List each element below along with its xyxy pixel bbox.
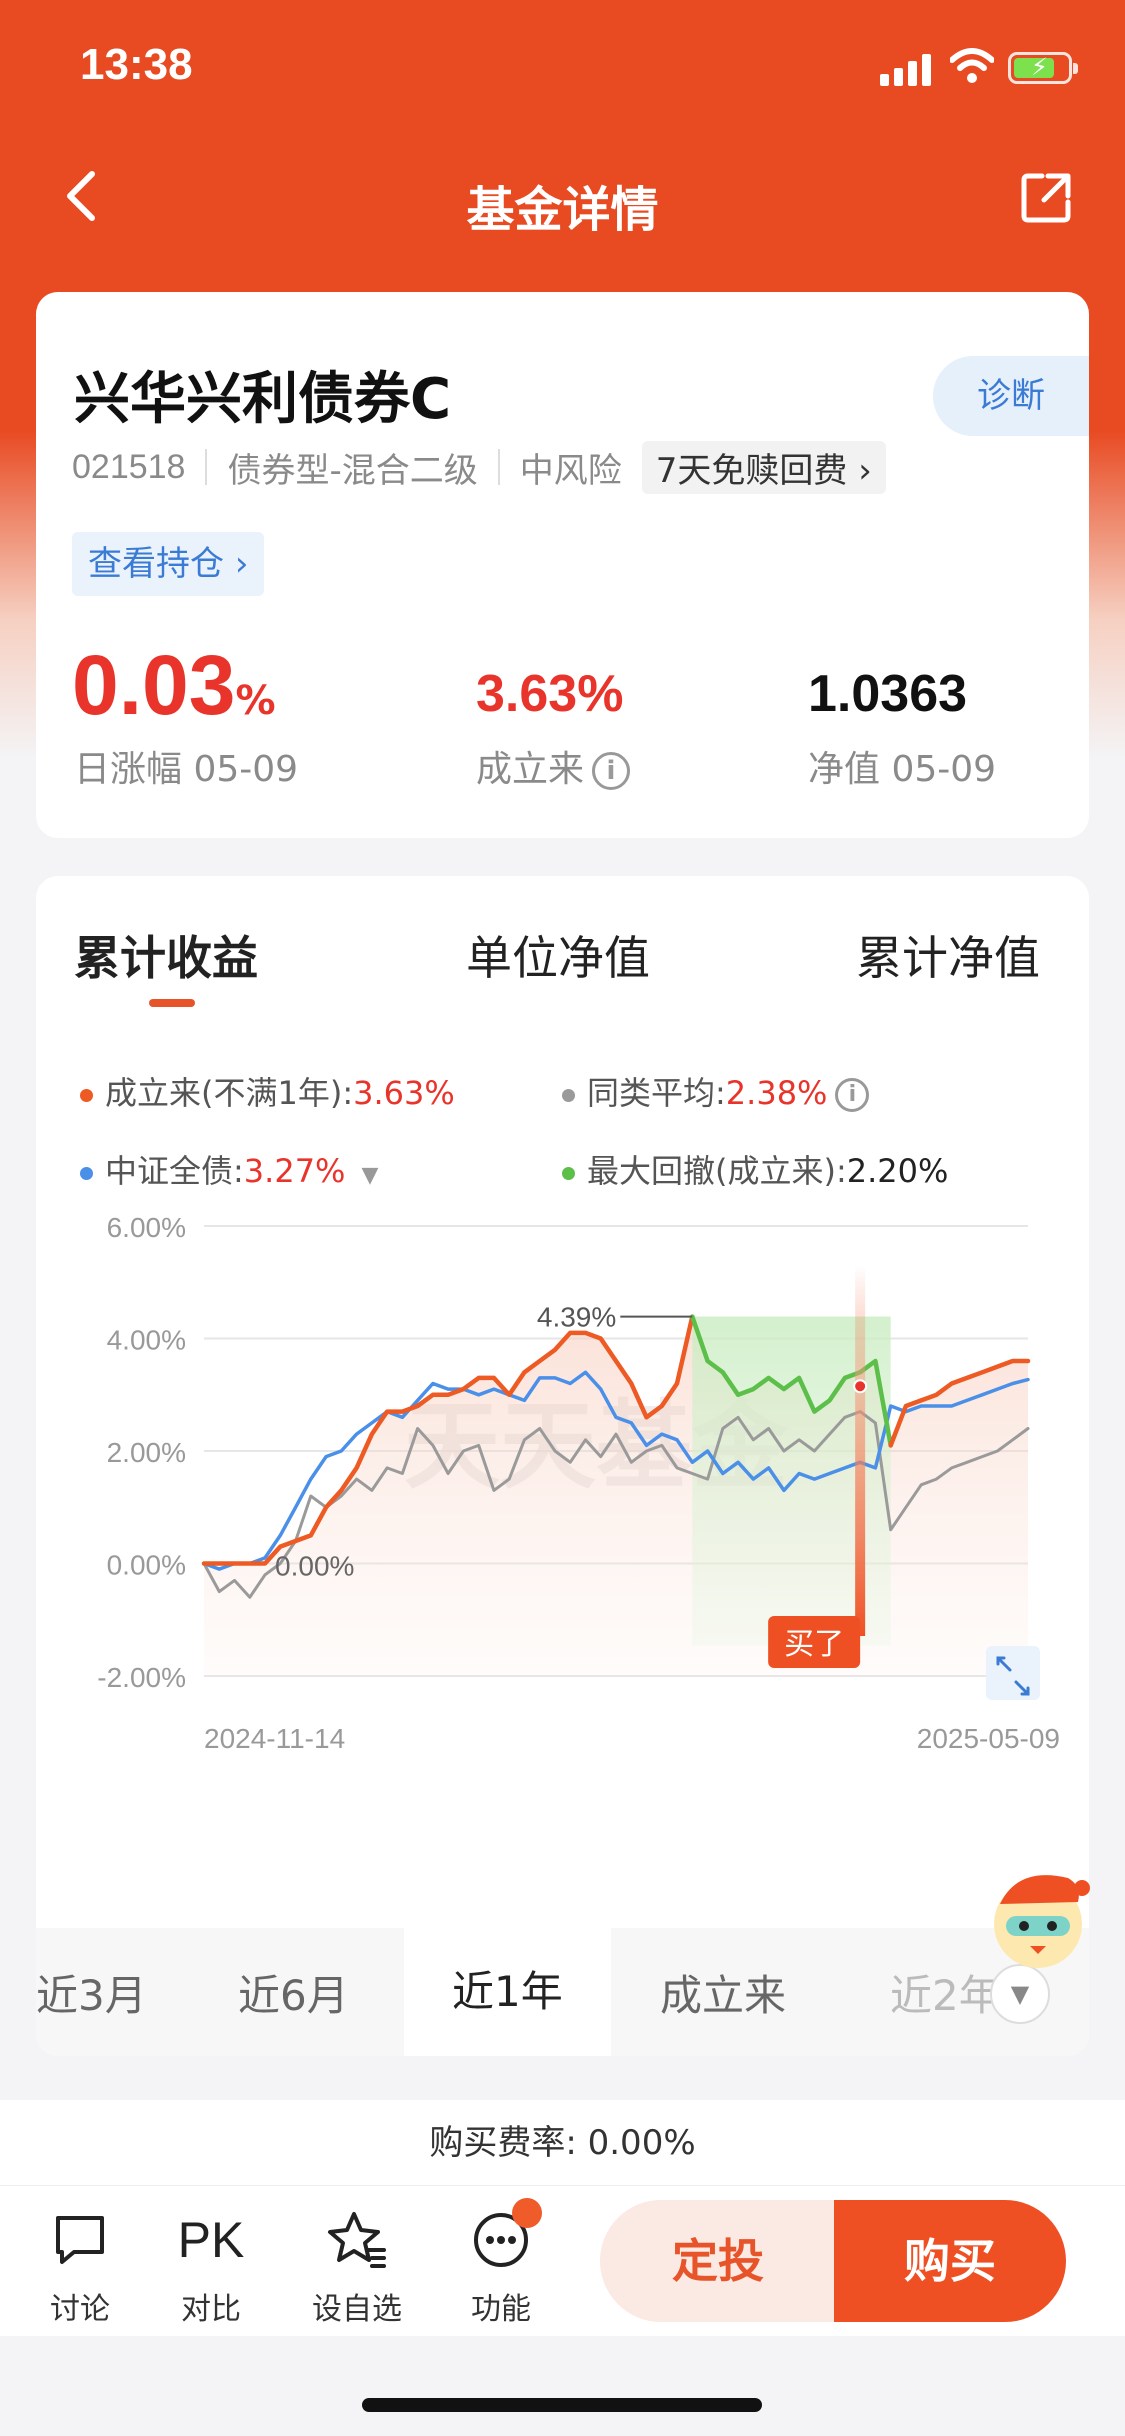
y-tick-label: 6.00% [107, 1216, 186, 1243]
compare-label: 对比 [181, 2292, 241, 2327]
legend-peer: 同类平均:2.38% i [562, 1068, 870, 1114]
fund-area-fill [204, 1316, 1028, 1676]
tab-cumulative-nav[interactable]: 累计净值 [856, 922, 1040, 988]
function-button[interactable]: 功能 [446, 2198, 556, 2328]
legend-index-label: 中证全债: [105, 1152, 244, 1190]
star-list-icon [328, 2212, 386, 2268]
tab-underline [149, 999, 195, 1007]
page-title: 基金详情 [466, 182, 659, 238]
performance-chart-card: 累计收益 单位净值 累计净值 成立来(不满1年):3.63% 同类平均:2.38… [36, 876, 1089, 2056]
nav-value: 1.0363 [808, 665, 968, 723]
navigation-bar: 基金详情 [0, 140, 1125, 260]
since-inception-label: 成立来 i [476, 740, 631, 792]
legend-drawdown: 最大回撤(成立来):2.20% [562, 1146, 948, 1192]
fee-tag[interactable]: 7天免赎回费 › [641, 440, 886, 494]
daily-change-label: 日涨幅 05-09 [74, 749, 299, 790]
wifi-icon [950, 48, 994, 83]
cellular-signal-icon [880, 52, 936, 86]
tab-unit-nav[interactable]: 单位净值 [466, 922, 650, 988]
discuss-button[interactable]: 讨论 [25, 2208, 135, 2328]
y-tick-label: 2.00% [107, 1437, 186, 1468]
daily-change-value: 0.03 [72, 638, 236, 732]
fee-tag-label: 7天免赎回费 [655, 450, 848, 491]
legend-drawdown-value: 2.20% [846, 1152, 949, 1190]
info-icon[interactable]: i [835, 1078, 870, 1112]
diagnose-button[interactable]: 诊断 [933, 356, 1089, 436]
mascot-icon[interactable] [978, 1862, 1096, 1972]
buy-button[interactable]: 购买 [834, 2200, 1066, 2322]
discuss-label: 讨论 [50, 2292, 110, 2327]
legend-index[interactable]: 中证全债:3.27% ▼ [80, 1146, 378, 1192]
y-tick-label: 4.00% [107, 1325, 186, 1356]
buy-tag-label: 买了 [784, 1627, 844, 1662]
add-watchlist-button[interactable]: 设自选 [302, 2208, 412, 2328]
compare-button[interactable]: PK 对比 [156, 2208, 266, 2328]
risk-level: 中风险 [519, 450, 622, 491]
fund-info-card: 兴华兴利债券C 诊断 021518 债券型-混合二级 中风险 7天免赎回费 › … [36, 292, 1089, 838]
chat-bubble-icon [56, 2216, 104, 2264]
buy-point [853, 1379, 868, 1394]
auto-invest-button[interactable]: 定投 [600, 2200, 836, 2322]
peak-label: 4.39% [537, 1302, 616, 1333]
range-3m[interactable]: 近3月 [36, 1962, 147, 2023]
chevron-right-icon: › [234, 544, 249, 584]
fund-name: 兴华兴利债券C [74, 367, 452, 432]
status-bar: 13:38 ⚡ [0, 0, 1125, 140]
range-1y[interactable]: 近1年 [404, 1928, 611, 2056]
legend-fund: 成立来(不满1年):3.63% [80, 1068, 455, 1114]
tab-cumulative-return[interactable]: 累计收益 [74, 922, 258, 988]
bottom-action-bar: 讨论 PK 对比 设自选 功能 定投 购买 [0, 2186, 1125, 2336]
range-selector: 近3月 近6月 近1年 成立来 近2年 ▼ [36, 1928, 1089, 2056]
since-inception-text: 成立来 [476, 749, 585, 790]
x-start-label: 2024-11-14 [204, 1723, 345, 1754]
y-tick-label: -2.00% [97, 1662, 186, 1693]
legend-fund-label: 成立来(不满1年): [105, 1074, 354, 1112]
view-holdings-button[interactable]: 查看持仓 › [72, 532, 265, 596]
legend-fund-value: 3.63% [353, 1074, 455, 1112]
legend-drawdown-label: 最大回撤(成立来): [587, 1152, 847, 1190]
home-indicator [362, 2398, 762, 2412]
battery-icon: ⚡ [1008, 52, 1078, 84]
status-time: 13:38 [80, 40, 193, 89]
function-label: 功能 [471, 2292, 531, 2327]
legend-index-value: 3.27% [243, 1152, 346, 1190]
notification-badge [512, 2198, 542, 2228]
since-inception-value: 3.63% [476, 665, 624, 723]
view-holdings-label: 查看持仓 [88, 544, 224, 584]
purchase-fee-rate: 购买费率: 0.00% [0, 2100, 1125, 2186]
pk-icon: PK [177, 2212, 245, 2268]
x-end-label: 2025-05-09 [917, 1723, 1060, 1754]
daily-change: 0.03% [72, 637, 276, 734]
buy-marker-bar [855, 1266, 866, 1636]
legend-peer-label: 同类平均: [587, 1074, 726, 1112]
nav-label: 净值 05-09 [808, 749, 997, 790]
cumulative-return-chart[interactable]: 6.00%4.00%2.00%0.00%-2.00%天天基金4.39%0.00%… [36, 1216, 1089, 1916]
range-6m[interactable]: 近6月 [238, 1962, 349, 2023]
chevron-right-icon: › [858, 450, 872, 491]
fund-meta: 021518 债券型-混合二级 中风险 7天免赎回费 › [72, 440, 886, 494]
dropdown-triangle-icon[interactable]: ▼ [361, 1163, 378, 1188]
fund-type: 债券型-混合二级 [227, 450, 478, 491]
info-icon[interactable]: i [592, 752, 631, 790]
share-icon[interactable] [1018, 170, 1074, 226]
start-label: 0.00% [275, 1551, 354, 1582]
y-tick-label: 0.00% [107, 1550, 186, 1581]
expand-icon[interactable] [986, 1646, 1040, 1700]
daily-change-unit: % [235, 678, 276, 724]
legend-peer-value: 2.38% [725, 1074, 828, 1112]
chevron-down-icon[interactable]: ▼ [990, 1964, 1050, 2024]
add-watchlist-label: 设自选 [312, 2292, 402, 2327]
fund-code: 021518 [72, 447, 186, 486]
range-since-inception[interactable]: 成立来 [660, 1962, 786, 2023]
